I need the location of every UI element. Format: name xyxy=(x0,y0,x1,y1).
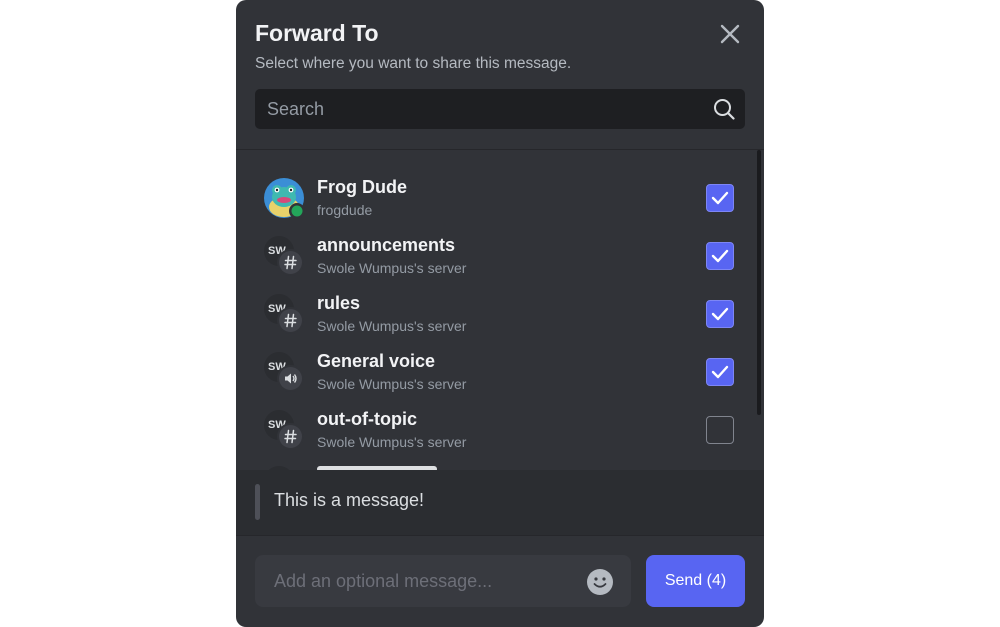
list-item-partial[interactable] xyxy=(236,463,756,470)
server-channel-icon: SW xyxy=(264,236,304,276)
dialog-subtitle: Select where you want to share this mess… xyxy=(255,55,572,72)
preview-message: This is a message! xyxy=(274,490,425,510)
server-channel-icon: SW xyxy=(264,410,304,450)
emoji-icon[interactable] xyxy=(586,568,614,596)
list-item[interactable]: SW General voice Swole Wumpus's server xyxy=(236,347,756,401)
destination-subtitle: frogdude xyxy=(317,202,373,218)
destination-list[interactable]: Frog Dude frogdude SW announcements Swol… xyxy=(236,150,764,470)
destination-name: rules xyxy=(317,293,361,313)
close-icon[interactable] xyxy=(718,22,742,46)
destination-checkbox[interactable] xyxy=(706,358,734,386)
destination-name: out-of-topic xyxy=(317,409,417,429)
destination-name: Frog Dude xyxy=(317,177,407,197)
destination-subtitle: Swole Wumpus's server xyxy=(317,434,467,450)
search-icon[interactable] xyxy=(713,98,735,120)
optional-message-placeholder[interactable]: Add an optional message... xyxy=(274,555,492,607)
hashtag-icon xyxy=(279,309,302,332)
destination-checkbox[interactable] xyxy=(706,184,734,212)
optional-message-input[interactable]: Add an optional message... xyxy=(255,555,631,607)
divider xyxy=(236,535,764,536)
avatar xyxy=(264,178,305,219)
quote-bar xyxy=(255,484,260,520)
speaker-icon xyxy=(279,367,302,390)
destination-name: announcements xyxy=(317,235,456,255)
destination-subtitle: Swole Wumpus's server xyxy=(317,318,467,334)
list-item[interactable]: SW rules Swole Wumpus's server xyxy=(236,289,756,343)
destination-checkbox[interactable] xyxy=(706,416,734,444)
destination-subtitle: Swole Wumpus's server xyxy=(317,260,467,276)
search-input[interactable]: Search xyxy=(267,89,324,129)
destination-checkbox[interactable] xyxy=(706,300,734,328)
list-item[interactable]: Frog Dude frogdude xyxy=(236,173,756,227)
server-channel-icon: SW xyxy=(264,294,304,334)
dialog-title: Forward To xyxy=(255,20,379,46)
destination-checkbox[interactable] xyxy=(706,242,734,270)
destination-name: General voice xyxy=(317,351,436,371)
scrollbar[interactable] xyxy=(757,150,761,415)
search-field[interactable]: Search xyxy=(255,89,745,129)
server-channel-icon: SW xyxy=(264,352,304,392)
message-preview: This is a message! xyxy=(236,470,764,535)
hashtag-icon xyxy=(279,251,302,274)
destination-subtitle: Swole Wumpus's server xyxy=(317,376,467,392)
list-item[interactable]: SW announcements Swole Wumpus's server xyxy=(236,231,756,285)
send-button[interactable]: Send (4) xyxy=(646,555,745,607)
forward-modal: Forward To Select where you want to shar… xyxy=(236,0,764,627)
hashtag-icon xyxy=(279,425,302,448)
list-item[interactable]: SW out-of-topic Swole Wumpus's server xyxy=(236,405,756,459)
